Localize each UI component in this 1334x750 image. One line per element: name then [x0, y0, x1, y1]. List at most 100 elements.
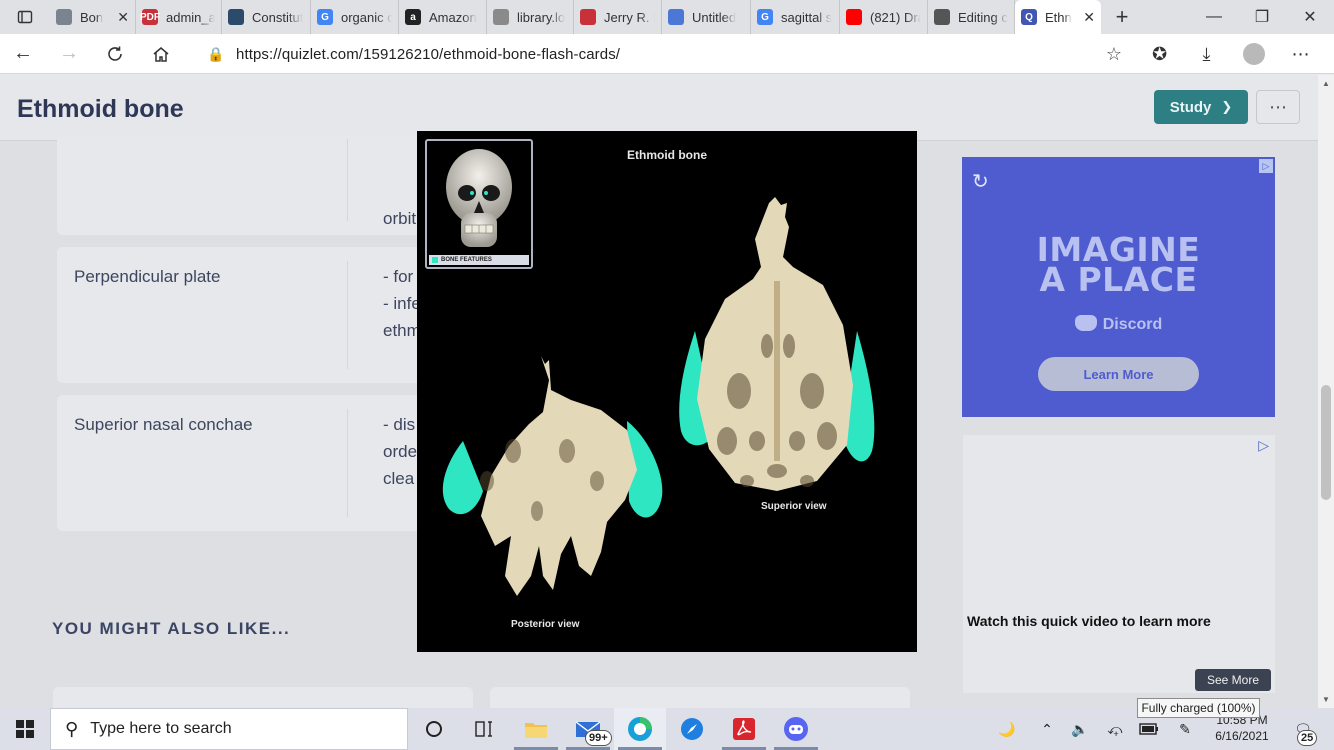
tab-favicon-icon: PDF — [140, 9, 160, 25]
study-label: Study — [1169, 98, 1212, 116]
browser-tab[interactable]: (821) Dra — [840, 0, 928, 34]
ad-brand: Discord — [962, 315, 1275, 334]
favorite-star-icon[interactable]: ☆ — [1106, 44, 1122, 65]
scroll-down-icon[interactable]: ▼ — [1322, 695, 1330, 704]
flashcard-row[interactable]: orbit — [57, 135, 437, 235]
taskbar-search-box[interactable]: ⚲ Type here to search — [50, 708, 408, 750]
related-set-card[interactable] — [53, 687, 473, 708]
see-more-button[interactable]: See More — [1195, 669, 1271, 691]
forward-button[interactable]: → — [46, 34, 92, 74]
adchoices-icon[interactable]: ▷ — [1259, 159, 1273, 173]
url-field[interactable]: 🔒 https://quizlet.com/159126210/ethmoid-… — [196, 38, 1136, 70]
night-light-icon[interactable]: 🌙 — [992, 708, 1022, 750]
scrollbar-thumb[interactable] — [1321, 385, 1331, 500]
discord-ad[interactable]: ↻ ▷ IMAGINE A PLACE Discord Learn More — [962, 157, 1275, 417]
card-divider — [347, 139, 348, 221]
close-tab-icon[interactable]: ✕ — [111, 9, 129, 26]
card-term: Perpendicular plate — [74, 267, 221, 286]
home-icon — [153, 46, 169, 62]
settings-more-icon[interactable]: ⋯ — [1277, 44, 1324, 65]
tab-title: Amazon — [429, 9, 477, 25]
tab-favicon-icon — [580, 9, 596, 25]
scroll-up-icon[interactable]: ▲ — [1322, 79, 1330, 88]
home-button[interactable] — [138, 34, 184, 74]
edge-icon — [628, 717, 652, 741]
flashcard-row[interactable]: Superior nasal conchae - dis orde clea — [57, 395, 437, 531]
acrobat-icon — [733, 718, 755, 740]
card-divider — [347, 409, 348, 517]
card-term: Superior nasal conchae — [74, 415, 253, 434]
close-window-button[interactable]: ✕ — [1286, 0, 1334, 34]
tab-favicon-icon: G — [317, 9, 333, 25]
posterior-view-label: Posterior view — [511, 619, 580, 630]
card-definition: - dis orde clea — [383, 415, 418, 488]
acrobat-button[interactable] — [718, 708, 770, 750]
notification-badge: 25 — [1297, 730, 1318, 746]
wifi-icon[interactable]: ⤽ — [1100, 708, 1130, 750]
task-view-icon — [475, 721, 492, 737]
tab-strip: Bon ✕ PDF admin_ar Constitut Gorganic c a Amazo… — [0, 0, 1334, 34]
refresh-button[interactable] — [92, 34, 138, 74]
also-like-heading: YOU MIGHT ALSO LIKE... — [52, 619, 291, 638]
tab-favicon-icon — [228, 9, 244, 25]
edge-button[interactable] — [614, 708, 666, 750]
related-set-card[interactable] — [490, 687, 910, 708]
enlarged-card-image[interactable]: Ethmoid bone BONE FEATURES Superior view… — [417, 131, 917, 652]
tab-favicon-icon: G — [757, 9, 773, 25]
tab-title: organic c — [341, 9, 392, 25]
superior-view-bone — [679, 197, 875, 491]
tab-title: library.lo — [517, 9, 566, 25]
tab-actions-button[interactable] — [0, 0, 50, 34]
discord-icon — [784, 717, 808, 741]
browser-tab[interactable]: Jerry R. N — [574, 0, 662, 34]
browser-tab[interactable]: Gsagittal s — [751, 0, 840, 34]
ad-refresh-icon[interactable]: ↻ — [972, 169, 989, 194]
mail-badge: 99+ — [585, 730, 612, 746]
adchoices-play-icon[interactable]: ▷ — [1258, 437, 1269, 454]
video-ad[interactable]: ▷ Watch this quick video to learn more S… — [963, 435, 1275, 693]
refresh-icon — [108, 46, 122, 61]
maximize-button[interactable]: ❐ — [1238, 0, 1286, 34]
card-definition: orbit — [383, 209, 417, 228]
task-view-button[interactable] — [458, 708, 510, 750]
close-tab-icon[interactable]: ✕ — [1077, 9, 1095, 26]
tab-title: (821) Dra — [870, 9, 921, 25]
browser-toolbar-right: ✪ ⤓ ⋯ — [1136, 34, 1324, 74]
show-hidden-icons-button[interactable]: ⌃ — [1034, 708, 1060, 750]
discord-button[interactable] — [770, 708, 822, 750]
minimize-button[interactable]: — — [1190, 0, 1238, 34]
page-scrollbar[interactable]: ▲ ▼ — [1318, 75, 1334, 708]
volume-muted-icon[interactable]: 🔈 — [1066, 708, 1094, 750]
start-button[interactable] — [0, 708, 50, 750]
page-title: Ethmoid bone — [17, 95, 184, 123]
posterior-view-bone — [442, 356, 663, 596]
cortana-button[interactable] — [408, 708, 460, 750]
tab-favicon-icon — [668, 9, 684, 25]
browser-tab[interactable]: Q Ethn ✕ — [1015, 0, 1101, 34]
tab-title: Ethn — [1045, 9, 1072, 25]
browser-tab[interactable]: Untitled — [662, 0, 751, 34]
browser-tab[interactable]: Constitut — [222, 0, 311, 34]
tab-favicon-icon — [846, 9, 862, 25]
study-button[interactable]: Study ❯ — [1154, 90, 1248, 124]
favorites-icon[interactable]: ✪ — [1136, 44, 1183, 65]
browser-tab[interactable]: PDF admin_ar — [136, 0, 222, 34]
profile-button[interactable] — [1230, 43, 1277, 66]
back-button[interactable]: ← — [0, 34, 46, 74]
more-options-button[interactable]: ⋯ — [1256, 90, 1300, 124]
tab-title: Editing c — [958, 9, 1008, 25]
browser-tab[interactable]: Gorganic c — [311, 0, 399, 34]
file-explorer-button[interactable] — [510, 708, 562, 750]
browser-tab[interactable]: a Amazon — [399, 0, 487, 34]
browser-tab[interactable]: library.lo — [487, 0, 574, 34]
app-button[interactable] — [666, 708, 718, 750]
downloads-icon[interactable]: ⤓ — [1183, 44, 1230, 65]
browser-tab[interactable]: Editing c — [928, 0, 1015, 34]
card-definition: - for - infe ethm — [383, 267, 421, 340]
new-tab-button[interactable]: + — [1105, 4, 1139, 30]
browser-tab[interactable]: Bon ✕ — [50, 0, 136, 34]
learn-more-button[interactable]: Learn More — [1038, 357, 1199, 391]
flashcard-row[interactable]: Perpendicular plate - for - infe ethm — [57, 247, 437, 383]
tab-title: Untitled — [692, 9, 737, 25]
window-controls: — ❐ ✕ — [1190, 0, 1334, 34]
